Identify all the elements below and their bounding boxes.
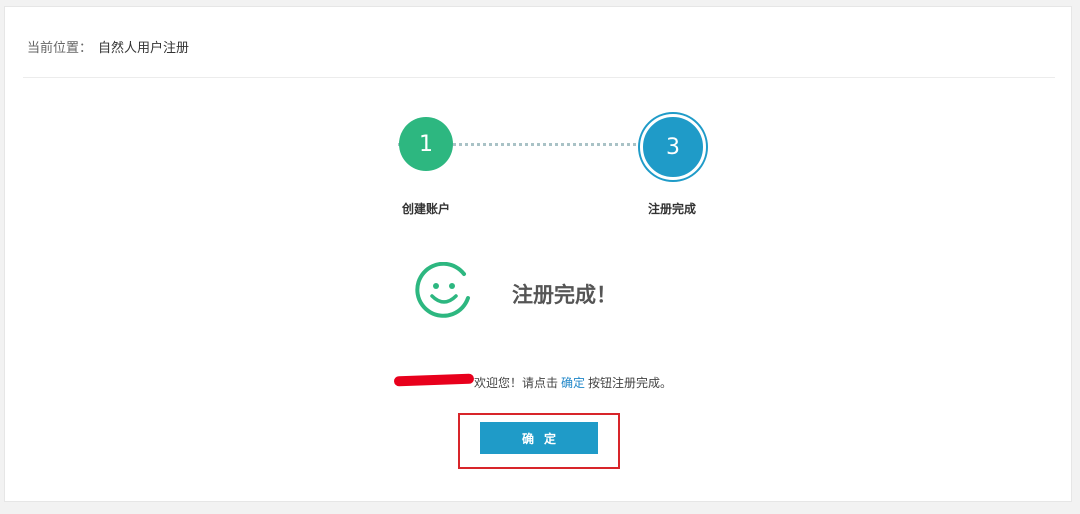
step-3-label: 注册完成: [647, 202, 696, 216]
registration-complete-title: 注册完成！: [512, 283, 617, 307]
header-divider: [23, 77, 1055, 78]
welcome-message: 欢迎您！请点击 确定 按钮注册完成。: [474, 374, 672, 391]
confirm-link[interactable]: 确定: [561, 376, 585, 390]
breadcrumb: 当前位置： 自然人用户注册: [27, 37, 189, 56]
breadcrumb-current: 自然人用户注册: [98, 41, 190, 56]
step-1-circle: 1: [399, 117, 453, 171]
breadcrumb-label: 当前位置：: [27, 41, 93, 56]
step-1-label: 创建账户: [401, 202, 450, 216]
welcome-text-before: 欢迎您！请点击: [474, 376, 559, 390]
step-3-circle: 3: [640, 114, 706, 180]
welcome-text-after: 按钮注册完成。: [588, 376, 673, 390]
smiley-icon: [415, 262, 470, 318]
confirm-button[interactable]: 确定: [480, 422, 598, 454]
